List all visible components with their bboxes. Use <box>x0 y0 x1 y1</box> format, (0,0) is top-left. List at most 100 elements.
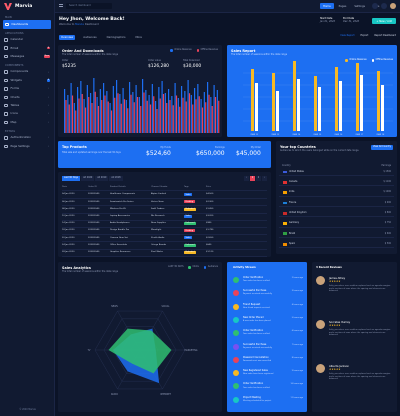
column-header: Channel Vendor <box>151 186 168 188</box>
orders-bar <box>136 97 139 133</box>
top-tab-home[interactable]: Home <box>320 3 334 10</box>
country-row[interactable]: India $ 1000 <box>279 190 394 197</box>
tab-more[interactable]: More <box>133 35 143 40</box>
page-button[interactable]: 1 <box>250 176 255 181</box>
topbar: Search dashboard HomePagesSettingsTools <box>55 0 400 13</box>
sales-bar <box>272 73 275 131</box>
sidebar-item-authentication[interactable]: Authentication › <box>0 134 54 142</box>
cell-product: Laptop Accessories <box>110 214 130 217</box>
orders-bar <box>207 82 209 133</box>
tab-overview[interactable]: Overview <box>59 35 76 41</box>
subtitle-link[interactable]: Marvia <box>75 23 84 26</box>
sidebar-item-dashboards[interactable]: Dashboards <box>3 20 51 29</box>
review-item: James Athey ★★★★★ Salty you where seen emb… <box>316 276 393 312</box>
x-tick-label: MAR 16 <box>335 133 343 136</box>
top-tab-pages[interactable]: Pages <box>336 3 350 9</box>
page-button[interactable]: ‹ <box>244 176 249 181</box>
country-name: Germany <box>289 221 300 225</box>
sidebar-item-calendar[interactable]: Calendar <box>0 36 54 44</box>
orders-bar <box>75 110 77 133</box>
avatar[interactable] <box>390 3 396 9</box>
filter-option[interactable]: Ad 2020 <box>81 176 95 182</box>
chevron-right-icon: › <box>47 136 49 140</box>
avatar[interactable] <box>316 364 325 373</box>
view-all-countries-button[interactable]: View All Country <box>371 145 393 150</box>
sidebar-nav: Main Dashboards Applications Calendar Email 8… <box>0 13 54 151</box>
cell-tag: Sales <box>184 236 206 240</box>
avatar[interactable] <box>316 320 325 329</box>
cell-price: $1,780 <box>206 229 214 232</box>
review-text: Salty you where seen emblem replaced suc… <box>329 373 391 381</box>
avatar[interactable] <box>316 276 325 285</box>
orders-bar <box>123 99 126 133</box>
table-row[interactable]: 28 Jan 2020 2030/2040 Graphics Resources Pi… <box>62 249 267 257</box>
activity-time: 6 hours ago <box>291 330 303 333</box>
country-row[interactable]: United Kingdom $ 800 <box>279 210 394 218</box>
country-row[interactable]: United States $ 1500 <box>279 169 394 177</box>
message-icon[interactable] <box>381 3 387 9</box>
end-date[interactable]: End Date Dec 31, 2020 <box>343 17 359 24</box>
tab-demographics[interactable]: Demographics <box>105 35 128 40</box>
nav-section-head: Applications <box>5 31 24 35</box>
activity-item[interactable]: Order Verification Your order has been ve… <box>233 329 303 344</box>
activity-item[interactable]: Project Meeting Meeting scheduled for pro… <box>233 396 303 411</box>
sales-bar <box>381 85 384 131</box>
sales-bar <box>356 63 359 131</box>
sidebar-item-map[interactable]: Map › <box>0 118 54 126</box>
logo[interactable]: Marvia <box>0 0 54 13</box>
header-link[interactable]: Export <box>361 34 369 38</box>
sidebar-item-email[interactable]: Email 8 <box>0 44 54 52</box>
cell-product: Healthcare Components <box>110 193 136 196</box>
country-row[interactable]: Canada $ 1100 <box>279 179 394 187</box>
date-filter: Last 90 Days Ad 2020 Ad 2019 Ad 2018 <box>62 176 123 182</box>
sidebar-item-label: Calendar <box>10 37 24 42</box>
orders-bar <box>80 81 82 133</box>
sales-bar <box>360 75 363 131</box>
page-button[interactable]: 2 <box>256 176 261 181</box>
menu-icon[interactable] <box>59 4 63 7</box>
sidebar-item-forms[interactable]: Forms › <box>0 85 54 93</box>
sidebar-item-page-settings[interactable]: Page Settings › <box>0 142 54 150</box>
activity-subtitle: New friend request received <box>243 306 270 309</box>
column-header: Tags <box>184 186 189 188</box>
date-range[interactable]: Start Date Jan 01, 2020 End Date Dec 31, 2… <box>320 17 359 24</box>
nav-icon <box>5 22 9 27</box>
orders-bar <box>116 80 118 133</box>
notification-icon[interactable] <box>372 3 378 9</box>
orders-bar <box>65 100 67 133</box>
orders-bar <box>73 103 75 133</box>
card-title: Activity Stream <box>233 266 256 269</box>
header-link[interactable]: Report Dashboard <box>374 34 396 38</box>
sidebar-item-widgets[interactable]: Widgets 4 <box>0 76 54 84</box>
sidebar-item-tables[interactable]: Tables › <box>0 101 54 109</box>
top-tab-settings[interactable]: Settings <box>351 3 368 9</box>
search-input[interactable]: Search dashboard <box>66 3 112 9</box>
cell-tag: Pending <box>184 200 206 204</box>
filter-option[interactable]: Ad 2019 <box>95 176 109 182</box>
x-tick-label: MAR 12 <box>251 133 259 136</box>
status-badge: Refunded <box>184 250 197 254</box>
orders-bar <box>122 88 124 133</box>
cell-tag: Refunded <box>184 250 206 254</box>
sidebar: Marvia Main Dashboards Applications Calenda… <box>0 0 55 416</box>
country-row[interactable]: France $ 900 <box>279 200 394 207</box>
sidebar-item-icons[interactable]: Icons › <box>0 110 54 118</box>
new-add-button[interactable]: + New / Add <box>372 18 396 25</box>
cell-product: Office Essentials <box>110 243 128 246</box>
page-button[interactable]: › <box>262 176 267 181</box>
filter-option[interactable]: Last 90 Days <box>62 176 81 182</box>
orders-bar <box>148 95 150 133</box>
country-row[interactable]: Spain $ 500 <box>279 241 394 249</box>
nav-badge: 4 <box>46 79 50 82</box>
sidebar-item-messages[interactable]: Messages New <box>0 52 54 60</box>
tab-audiences[interactable]: Audiences <box>81 35 98 40</box>
sidebar-item-components[interactable]: Components › <box>0 68 54 76</box>
sidebar-item-charts[interactable]: Charts › <box>0 93 54 101</box>
country-row[interactable]: Brazil $ 600 <box>279 231 394 238</box>
header-link[interactable]: View Report <box>340 34 354 38</box>
orders-bar <box>140 106 142 133</box>
orders-bar <box>177 98 179 133</box>
filter-option[interactable]: Ad 2018 <box>109 176 123 182</box>
start-date[interactable]: Start Date Jan 01, 2020 <box>320 17 335 24</box>
country-row[interactable]: Germany $ 750 <box>279 221 394 228</box>
